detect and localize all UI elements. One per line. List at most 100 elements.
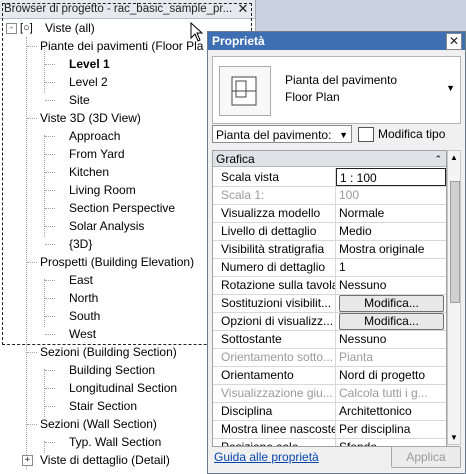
tree-item-label: West bbox=[69, 327, 97, 341]
property-value[interactable]: 1 bbox=[336, 258, 446, 276]
properties-help-link[interactable]: Guida alle proprietà bbox=[214, 450, 319, 464]
property-row[interactable]: Opzioni di visualizz... Modifica... bbox=[213, 312, 446, 331]
tree-connector bbox=[45, 136, 55, 137]
property-value: 100 bbox=[339, 188, 360, 202]
property-label: Orientamento bbox=[213, 366, 336, 384]
property-row[interactable]: Orientamento Nord di progetto bbox=[213, 366, 446, 385]
apply-button[interactable]: Applica bbox=[391, 446, 461, 468]
tree-connector bbox=[45, 334, 55, 335]
property-row[interactable]: Scala vista 1 : 100 bbox=[213, 168, 446, 187]
type-name: Floor Plan bbox=[285, 90, 340, 104]
tree-connector bbox=[45, 208, 55, 209]
tree-item-label: Kitchen bbox=[69, 165, 110, 179]
tree-connector bbox=[45, 316, 55, 317]
tree-item-label: Stair Section bbox=[69, 399, 138, 413]
property-row[interactable]: Visualizza modello Normale bbox=[213, 204, 446, 223]
scroll-down-icon[interactable]: ▼ bbox=[450, 433, 458, 442]
tree-item-label: South bbox=[69, 309, 101, 323]
tree-item-label: Solar Analysis bbox=[69, 219, 145, 233]
property-value[interactable]: Mostra originale bbox=[336, 240, 446, 258]
property-value[interactable]: Per disciplina bbox=[336, 420, 446, 438]
property-row[interactable]: Livello di dettaglio Medio bbox=[213, 222, 446, 241]
tree-item-label: Building Section bbox=[69, 363, 156, 377]
property-value[interactable]: Medio bbox=[336, 222, 446, 240]
property-label: Opzioni di visualizz... bbox=[213, 312, 336, 330]
mouse-cursor-icon bbox=[190, 22, 204, 42]
tree-connector bbox=[45, 190, 55, 191]
property-value[interactable]: Nessuno bbox=[336, 330, 446, 348]
property-row[interactable]: Numero di dettaglio 1 bbox=[213, 258, 446, 277]
property-row[interactable]: Rotazione sulla tavola Nessuno bbox=[213, 276, 446, 295]
tree-item-label: Site bbox=[69, 93, 90, 107]
tree-item-label: Level 2 bbox=[69, 75, 108, 89]
property-label: Numero di dettaglio bbox=[213, 258, 336, 276]
property-row[interactable]: Sostituzioni visibilit... Modifica... bbox=[213, 294, 446, 313]
property-value[interactable]: Nord di progetto bbox=[336, 366, 446, 384]
tree-connector bbox=[45, 244, 55, 245]
property-row[interactable]: Disciplina Architettonico bbox=[213, 402, 446, 421]
tree-item-label: Living Room bbox=[69, 183, 136, 197]
tree-item-label: Level 1 bbox=[69, 57, 110, 71]
property-label: Visibilità stratigrafia bbox=[213, 240, 336, 258]
property-label: Orientamento sotto... bbox=[213, 348, 336, 366]
property-value: Calcola tutti i g... bbox=[339, 386, 428, 400]
group-header-label: Grafica bbox=[216, 152, 255, 166]
visibility-overrides-edit-button[interactable]: Modifica... bbox=[339, 295, 444, 312]
tree-connector bbox=[45, 100, 55, 101]
tree-item-label: North bbox=[69, 291, 99, 305]
tree-connector bbox=[27, 118, 37, 119]
property-row[interactable]: Scala 1: 100 bbox=[213, 186, 446, 205]
tree-connector bbox=[45, 64, 55, 65]
property-label: Sostituzioni visibilit... bbox=[213, 294, 336, 312]
property-label: Livello di dettaglio bbox=[213, 222, 336, 240]
tree-item-label: Viste (all) bbox=[45, 21, 95, 35]
property-row[interactable]: Visualizzazione giu... Calcola tutti i g… bbox=[213, 384, 446, 403]
property-row[interactable]: Sottostante Nessuno bbox=[213, 330, 446, 349]
property-label: Disciplina bbox=[213, 402, 336, 420]
tree-connector bbox=[27, 46, 37, 47]
tree-item-label: Typ. Wall Section bbox=[69, 435, 162, 449]
scroll-up-icon[interactable]: ▲ bbox=[450, 153, 458, 162]
properties-scrollbar[interactable]: ▲ ▼ bbox=[447, 150, 461, 445]
properties-panel: Proprietà ✕ Pianta del pavimento Floor P… bbox=[207, 31, 466, 474]
property-value-input[interactable]: 1 : 100 bbox=[336, 168, 446, 186]
type-selector[interactable]: Pianta del pavimento Floor Plan ▼ bbox=[212, 56, 461, 124]
instance-filter-dropdown[interactable]: Pianta del pavimento: ▼ bbox=[212, 125, 352, 143]
collapse-chevron-icon[interactable]: ⌃ bbox=[434, 151, 442, 167]
property-row[interactable]: Mostra linee nascoste Per disciplina bbox=[213, 420, 446, 439]
property-label: Mostra linee nascoste bbox=[213, 420, 336, 438]
properties-title: Proprietà bbox=[208, 32, 465, 50]
property-label: Scala 1: bbox=[213, 186, 336, 204]
tree-item-label: Viste 3D (3D View) bbox=[40, 111, 141, 125]
property-value[interactable]: Normale bbox=[336, 204, 446, 222]
tree-connector bbox=[27, 352, 37, 353]
dropdown-arrow-icon: ▼ bbox=[446, 83, 455, 93]
property-label: Scala vista bbox=[213, 168, 336, 186]
property-value[interactable]: Nessuno bbox=[336, 276, 446, 294]
property-label: Posizione sole bbox=[213, 438, 336, 446]
expand-icon[interactable]: + bbox=[22, 455, 33, 466]
tree-connector bbox=[45, 406, 55, 407]
property-row[interactable]: Orientamento sotto... Pianta bbox=[213, 348, 446, 367]
tree-connector bbox=[27, 262, 37, 263]
group-header-graphics[interactable]: Grafica ⌃ bbox=[213, 151, 446, 167]
tree-connector bbox=[45, 280, 55, 281]
views-icon: [○] bbox=[20, 22, 33, 34]
property-label: Visualizzazione giu... bbox=[213, 384, 336, 402]
edit-type-label: Modifica tipo bbox=[378, 127, 446, 141]
display-options-edit-button[interactable]: Modifica... bbox=[339, 313, 444, 330]
tree-connector bbox=[45, 82, 55, 83]
properties-close-icon[interactable]: ✕ bbox=[446, 33, 462, 50]
project-browser-close-icon[interactable]: ✕ bbox=[236, 1, 250, 17]
collapse-icon[interactable]: - bbox=[6, 23, 17, 34]
tree-item-label: From Yard bbox=[69, 147, 125, 161]
tree-item-label: Approach bbox=[69, 129, 121, 143]
property-value: Pianta bbox=[339, 350, 374, 364]
property-row[interactable]: Visibilità stratigrafia Mostra originale bbox=[213, 240, 446, 259]
scrollbar-thumb[interactable] bbox=[450, 181, 460, 303]
floor-plan-icon bbox=[219, 66, 271, 116]
tree-item-label: Piante dei pavimenti (Floor Pla bbox=[40, 39, 204, 53]
tree-connector bbox=[45, 442, 55, 443]
property-value[interactable]: Architettonico bbox=[336, 402, 446, 420]
tree-connector bbox=[27, 424, 37, 425]
